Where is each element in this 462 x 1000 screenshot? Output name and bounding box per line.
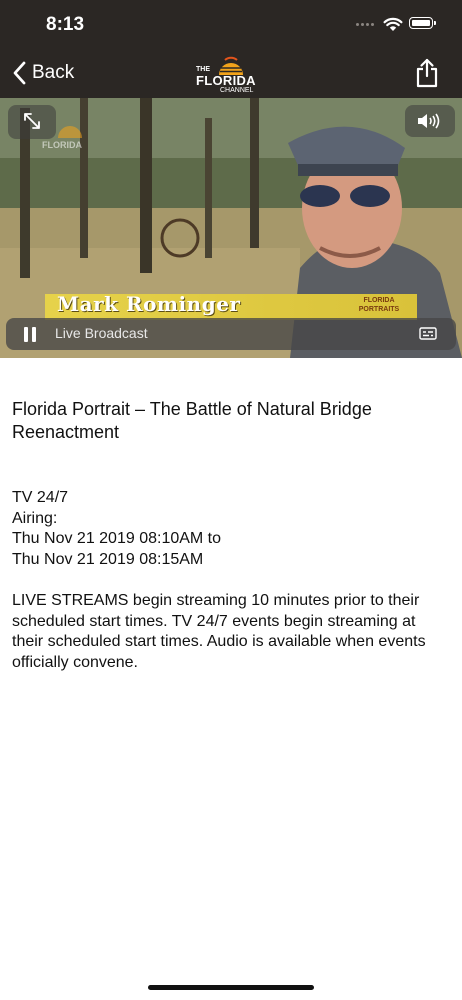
captions-button[interactable] xyxy=(419,327,437,341)
streaming-notice: LIVE STREAMS begin streaming 10 minutes … xyxy=(12,592,426,671)
navigation-bar: Back THE FLORIDA CHANNEL xyxy=(0,48,462,98)
speaker-name: Mark Rominger xyxy=(57,292,241,316)
chevron-left-icon xyxy=(13,61,26,85)
live-broadcast-label: Live Broadcast xyxy=(55,325,148,341)
battery-icon xyxy=(409,17,436,29)
airing-info: TV 24/7 Airing: Thu Nov 21 2019 08:10AM … xyxy=(12,488,442,570)
logo-channel: CHANNEL xyxy=(220,87,254,94)
program-badge: FLORIDA PORTRAITS xyxy=(358,297,400,313)
back-button[interactable]: Back xyxy=(12,58,74,88)
event-title: Florida Portrait – The Battle of Natural… xyxy=(12,399,372,442)
airing-label: Airing: xyxy=(12,509,58,527)
lower-third-banner: Mark Rominger FLORIDA PORTRAITS xyxy=(45,292,417,320)
cellular-signal-icon xyxy=(356,23,376,27)
svg-text:FLORIDA: FLORIDA xyxy=(42,140,82,150)
playback-control-bar: Live Broadcast xyxy=(6,318,456,350)
airing-start: Thu Nov 21 2019 08:10AM to xyxy=(12,530,222,547)
back-label: Back xyxy=(32,62,75,83)
home-indicator[interactable] xyxy=(148,985,314,990)
florida-channel-logo: THE FLORIDA CHANNEL xyxy=(190,52,274,96)
speaker-icon xyxy=(418,113,440,129)
share-button[interactable] xyxy=(414,58,440,88)
status-bar: 8:13 xyxy=(0,0,462,48)
status-time: 8:13 xyxy=(46,14,85,35)
channel-name: TV 24/7 xyxy=(12,489,69,506)
video-player[interactable]: FLORIDA Mark Rominger FLORIDA PORTRAITS … xyxy=(0,98,462,358)
volume-button[interactable] xyxy=(405,105,455,137)
logo-florida: FLORIDA xyxy=(196,73,256,88)
airing-end: Thu Nov 21 2019 08:15AM xyxy=(12,550,204,568)
event-details: Florida Portrait – The Battle of Natural… xyxy=(12,398,442,444)
fullscreen-button[interactable] xyxy=(8,105,56,139)
wifi-icon xyxy=(383,17,403,31)
expand-icon xyxy=(24,113,40,129)
logo-the: THE xyxy=(196,66,210,73)
pause-button[interactable] xyxy=(24,327,38,342)
